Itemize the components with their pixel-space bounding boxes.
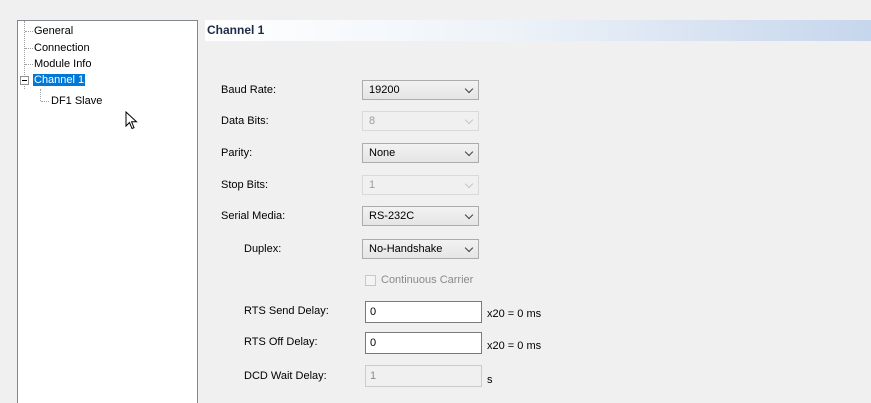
mouse-pointer-icon: [125, 111, 138, 130]
tree-connector: [25, 48, 33, 49]
serial-media-label: Serial Media:: [221, 210, 286, 222]
chevron-down-icon: [464, 115, 474, 125]
tree-item-module-info[interactable]: Module Info: [34, 58, 91, 71]
serial-media-value: RS-232C: [369, 210, 415, 222]
tree-item-df1-slave[interactable]: DF1 Slave: [51, 95, 102, 108]
data-bits-label: Data Bits:: [221, 115, 269, 127]
channel-settings-panel: Channel 1 Baud Rate: 19200 Data Bits: 8 …: [205, 20, 871, 403]
rts-send-delay-suffix: x20 = 0 ms: [487, 308, 542, 320]
tree-item-general[interactable]: General: [34, 25, 73, 38]
continuous-carrier-label: Continuous Carrier: [381, 274, 474, 286]
chevron-down-icon: [464, 243, 474, 253]
parity-select[interactable]: None: [362, 143, 479, 163]
duplex-label: Duplex:: [244, 243, 282, 255]
rts-send-delay-value: 0: [370, 306, 377, 318]
stop-bits-select: 1: [362, 175, 479, 195]
tree-item-channel-1[interactable]: Channel 1: [33, 74, 86, 87]
tree-view[interactable]: General Connection Module Info Channel 1…: [17, 20, 198, 403]
rts-off-delay-suffix: x20 = 0 ms: [487, 340, 542, 352]
rts-off-delay-input[interactable]: 0: [365, 332, 482, 354]
tree-item-label: Module Info: [34, 58, 92, 70]
tree-item-label: Connection: [34, 42, 90, 54]
data-bits-select: 8: [362, 111, 479, 131]
tree-connector: [41, 101, 49, 102]
data-bits-value: 8: [369, 115, 376, 127]
dcd-wait-delay-input: 1: [365, 365, 482, 387]
rts-send-delay-input[interactable]: 0: [365, 301, 482, 323]
stop-bits-label: Stop Bits:: [221, 179, 269, 191]
dcd-wait-delay-label: DCD Wait Delay:: [244, 370, 327, 382]
rts-off-delay-value: 0: [370, 337, 377, 349]
rts-off-delay-label: RTS Off Delay:: [244, 336, 318, 348]
duplex-select[interactable]: No-Handshake: [362, 239, 479, 259]
tree-connector: [25, 31, 33, 32]
chevron-down-icon: [464, 84, 474, 94]
tree-item-label: DF1 Slave: [51, 95, 103, 107]
dcd-wait-delay-value: 1: [370, 370, 377, 382]
baud-rate-select[interactable]: 19200: [362, 80, 479, 100]
continuous-carrier-checkbox: [365, 275, 376, 286]
panel-title: Channel 1: [207, 23, 265, 37]
chevron-down-icon: [464, 179, 474, 189]
chevron-down-icon: [464, 210, 474, 220]
baud-rate-value: 19200: [369, 84, 400, 96]
chevron-down-icon: [464, 147, 474, 157]
baud-rate-label: Baud Rate:: [221, 84, 277, 96]
tree-connector: [25, 64, 33, 65]
stop-bits-value: 1: [369, 179, 376, 191]
tree-item-connection[interactable]: Connection: [34, 42, 90, 55]
collapse-icon[interactable]: [20, 76, 29, 85]
panel-header: Channel 1: [205, 20, 871, 41]
rts-send-delay-label: RTS Send Delay:: [244, 305, 329, 317]
serial-media-select[interactable]: RS-232C: [362, 206, 479, 226]
parity-label: Parity:: [221, 147, 253, 159]
dcd-wait-delay-suffix: s: [487, 374, 493, 386]
parity-value: None: [369, 147, 396, 159]
tree-item-label: Channel 1: [33, 74, 86, 86]
tree-connector: [40, 89, 41, 101]
tree-item-label: General: [34, 25, 74, 37]
duplex-value: No-Handshake: [369, 243, 443, 255]
